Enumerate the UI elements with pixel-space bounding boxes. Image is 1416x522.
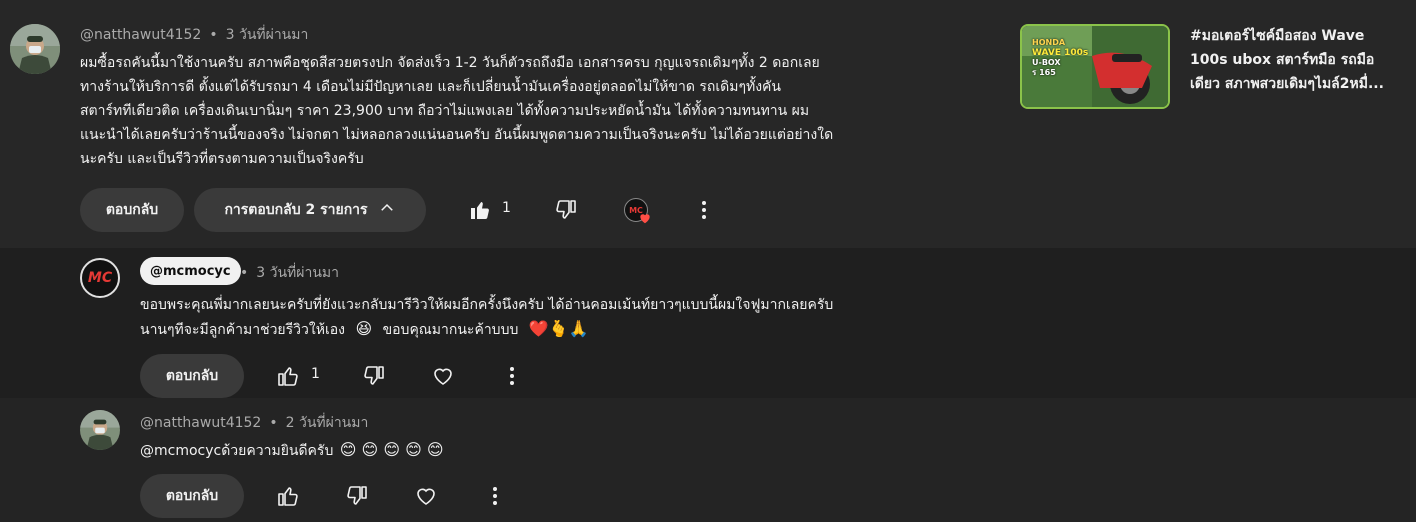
avatar[interactable] xyxy=(80,410,120,450)
reply-button-label: ตอบกลับ xyxy=(165,488,219,504)
chevron-up-icon xyxy=(378,199,396,221)
author-chip[interactable]: @mcmocyc xyxy=(140,257,241,285)
thumbs-down-icon xyxy=(364,366,384,385)
thumbs-down-icon xyxy=(556,200,576,219)
reply-line-text-2: ขอบคุณมากนะค้าบบบ xyxy=(382,322,519,338)
comment-line: สตาร์ททีเดียวติด เครื่องเดินเบานิ่มๆ ราค… xyxy=(80,103,810,119)
like-count: 1 xyxy=(502,200,511,216)
author-name[interactable]: @natthawut4152 xyxy=(140,415,261,431)
reply-line-text: @mcmocycด้วยความยินดีครับ xyxy=(140,443,334,459)
reply-text: @mcmocycด้วยความยินดีครับ 😊 😊 😊 😊 😊 xyxy=(140,438,740,463)
more-vert-icon xyxy=(702,201,706,219)
thumbs-up-icon xyxy=(278,367,298,386)
like-button[interactable] xyxy=(274,482,302,510)
more-vert-icon xyxy=(493,487,497,505)
thumbnail-brand: HONDA xyxy=(1032,38,1066,47)
reply-button[interactable]: ตอบกลับ xyxy=(140,354,244,398)
reply-button[interactable]: ตอบกลับ xyxy=(80,188,184,232)
heart-icon xyxy=(638,210,652,229)
more-actions-button[interactable] xyxy=(690,196,718,224)
heart-button[interactable] xyxy=(429,362,457,390)
comment-text: ผมซื้อรถคันนี้มาใช้งานครับ สภาพคือชุดสีส… xyxy=(80,51,980,171)
thumbs-down-icon xyxy=(347,486,367,505)
timestamp[interactable]: 3 วันที่ผ่านมา xyxy=(256,265,339,281)
timestamp[interactable]: 2 วันที่ผ่านมา xyxy=(286,415,369,431)
timestamp[interactable]: 3 วันที่ผ่านมา xyxy=(226,27,309,43)
thumbnail-text: HONDA WAVE 100s U-BOX ร 165 xyxy=(1032,38,1088,78)
heart-hands-emoji: ❤️🫰🙏 xyxy=(528,319,589,338)
reply-meta: • 3 วันที่ผ่านมา xyxy=(240,262,339,284)
thumbnail-variant: U-BOX xyxy=(1032,58,1061,67)
comment-meta: @natthawut4152 • 3 วันที่ผ่านมา xyxy=(80,24,308,46)
reply-line-2: นานๆทีจะมีลูกค้ามาช่วยรีวิวให้เอง 😆 ขอบค… xyxy=(140,317,960,342)
comment-line: ผมซื้อรถคันนี้มาใช้งานครับ สภาพคือชุดสีส… xyxy=(80,55,820,71)
reply-line: ขอบพระคุณพี่มากเลยนะครับที่ยังแวะกลับมาร… xyxy=(140,297,834,313)
reply-button[interactable]: ตอบกลับ xyxy=(140,474,244,518)
more-vert-icon xyxy=(510,367,514,385)
comment-line: ทางร้านให้บริการดี ตั้งแต่ได้รับรถมา 4 เ… xyxy=(80,79,781,95)
like-button[interactable] xyxy=(466,196,494,224)
separator-dot: • xyxy=(269,415,278,431)
creator-heart-badge: MC xyxy=(624,198,650,224)
replies-toggle-button[interactable]: การตอบกลับ 2 รายการ xyxy=(194,188,426,232)
like-count: 1 xyxy=(311,366,320,382)
author-name: @mcmocyc xyxy=(150,263,231,279)
comment-line: นะครับ และเป็นรีวิวที่ตรงตามความเป็นจริง… xyxy=(80,151,364,167)
grin-emoji: 😆 xyxy=(355,319,373,338)
dislike-button[interactable] xyxy=(360,362,388,390)
separator-dot: • xyxy=(240,265,249,281)
dislike-button[interactable] xyxy=(343,482,371,510)
more-actions-button[interactable] xyxy=(481,482,509,510)
thumbnail-plate: ร 165 xyxy=(1032,68,1056,77)
reply-button-label: ตอบกลับ xyxy=(165,368,219,384)
reply-line-text: นานๆทีจะมีลูกค้ามาช่วยรีวิวให้เอง xyxy=(140,322,345,338)
thumbs-up-icon xyxy=(278,487,298,506)
replies-toggle-label: การตอบกลับ 2 รายการ xyxy=(224,202,368,218)
dislike-button[interactable] xyxy=(552,196,580,224)
video-thumbnail[interactable]: HONDA WAVE 100s U-BOX ร 165 xyxy=(1020,24,1170,109)
comment-line: แนะนำได้เลยครับว่าร้านนี้ของจริง ไม่จกตา… xyxy=(80,127,834,143)
like-button[interactable] xyxy=(274,362,302,390)
reply-meta: @natthawut4152 • 2 วันที่ผ่านมา xyxy=(140,412,368,434)
smile-emojis: 😊 😊 😊 😊 😊 xyxy=(339,440,444,459)
heart-button[interactable] xyxy=(412,482,440,510)
heart-outline-icon xyxy=(417,488,435,505)
heart-outline-icon xyxy=(434,368,452,385)
avatar[interactable] xyxy=(10,24,60,74)
channel-logo: MC xyxy=(87,270,113,286)
reply-button-label: ตอบกลับ xyxy=(105,202,159,218)
video-title[interactable]: #มอเตอร์ไซค์มือสอง Wave 100s ubox สตาร์ท… xyxy=(1190,24,1402,96)
thumbnail-model: WAVE 100s xyxy=(1032,48,1089,58)
thumbs-up-filled-icon xyxy=(471,202,489,219)
separator-dot: • xyxy=(209,27,218,43)
more-actions-button[interactable] xyxy=(498,362,526,390)
reply-text: ขอบพระคุณพี่มากเลยนะครับที่ยังแวะกลับมาร… xyxy=(140,293,960,342)
author-name[interactable]: @natthawut4152 xyxy=(80,27,201,43)
avatar[interactable]: MC xyxy=(80,258,120,298)
